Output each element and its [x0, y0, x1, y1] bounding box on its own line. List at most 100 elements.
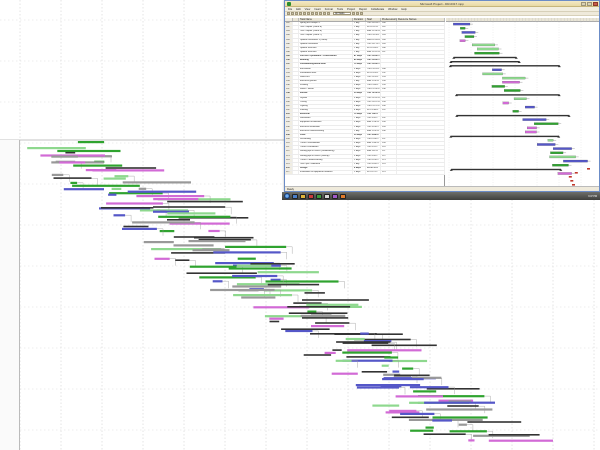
task-start-cell[interactable]: Mon 1/30/12 — [366, 142, 381, 146]
task-resource-cell[interactable] — [397, 162, 445, 166]
task-start-cell[interactable]: Thu 1/5/12 — [366, 113, 381, 117]
task-id-cell[interactable]: 183 — [285, 30, 293, 34]
task-id-cell[interactable]: 208 — [285, 133, 293, 137]
task-pred-cell[interactable]: 206 — [381, 129, 397, 133]
task-resource-cell[interactable] — [397, 34, 445, 38]
task-start-cell[interactable]: Thu 12/15/11 — [366, 96, 381, 100]
taskbar-app-icon[interactable] — [324, 193, 330, 199]
taskbar-project-icon[interactable] — [316, 193, 322, 199]
task-start-cell[interactable]: Thu 1/19/12 — [366, 125, 381, 129]
task-pred-cell[interactable]: 187 — [381, 50, 397, 55]
task-id-cell[interactable]: 215 — [285, 162, 293, 166]
task-resource-cell[interactable] — [397, 104, 445, 108]
taskbar-ie-icon[interactable] — [292, 193, 298, 199]
task-id-cell[interactable]: 207 — [285, 129, 293, 133]
task-pred-cell[interactable]: 210 — [381, 146, 397, 150]
task-name-cell[interactable]: Trench Commissioning — [299, 158, 353, 162]
task-pred-cell[interactable] — [381, 113, 397, 117]
task-name-cell[interactable]: Slab/Pour — [299, 75, 353, 79]
task-duration-cell[interactable]: 1 day — [353, 30, 366, 34]
task-duration-cell[interactable]: 3 days — [353, 150, 366, 154]
task-resource-cell[interactable] — [397, 88, 445, 92]
task-id-cell[interactable]: 191 — [285, 63, 293, 67]
gantt-chart[interactable] — [446, 18, 599, 186]
task-id-cell[interactable]: 184 — [285, 34, 293, 38]
task-start-cell[interactable]: Tue 12/27/11 — [366, 104, 381, 108]
task-resource-cell[interactable] — [397, 67, 445, 71]
link-icon[interactable] — [319, 12, 322, 15]
task-name-cell[interactable]: Electrical ground — [299, 79, 353, 84]
task-id-cell[interactable]: 217 — [285, 171, 293, 175]
task-start-cell[interactable]: Thu 1/5/12 — [366, 117, 381, 121]
task-id-cell[interactable]: 216 — [285, 166, 293, 171]
task-id-cell[interactable]: 197 — [285, 88, 293, 92]
task-pred-cell[interactable]: 183 — [381, 34, 397, 38]
task-name-cell[interactable]: Drywall — [299, 96, 353, 100]
task-pred-cell[interactable]: 182 — [381, 30, 397, 34]
task-duration-cell[interactable]: 4 days — [353, 71, 366, 75]
task-name-cell[interactable]: Equipment installation — [299, 121, 353, 125]
task-name-cell[interactable]: Update Structure — [299, 46, 353, 50]
task-id-cell[interactable]: 209 — [285, 137, 293, 142]
task-resource-cell[interactable] — [397, 50, 445, 55]
task-pred-cell[interactable]: 193 — [381, 75, 397, 79]
task-pred-cell[interactable] — [381, 63, 397, 67]
task-id-cell[interactable]: 193 — [285, 71, 293, 75]
task-resource-cell[interactable] — [397, 75, 445, 79]
task-resource-cell[interactable] — [397, 92, 445, 96]
task-pred-cell[interactable] — [381, 59, 397, 63]
col-start[interactable]: Start — [366, 18, 381, 21]
task-name-cell[interactable]: Design — [299, 166, 353, 171]
task-start-cell[interactable]: Tue 11/15/11 — [366, 34, 381, 38]
task-pred-cell[interactable]: 184 — [381, 38, 397, 42]
task-resource-cell[interactable] — [397, 125, 445, 129]
task-start-cell[interactable]: Thu 12/1/11 — [366, 75, 381, 79]
col-id[interactable] — [285, 18, 293, 21]
task-duration-cell[interactable]: 5 days — [353, 96, 366, 100]
taskbar-media-icon[interactable] — [308, 193, 314, 199]
task-duration-cell[interactable]: 2 days — [353, 88, 366, 92]
task-name-cell[interactable]: Scheduling — [299, 137, 353, 142]
task-duration-cell[interactable]: 12 days — [353, 113, 366, 117]
task-duration-cell[interactable]: 3 days — [353, 154, 366, 158]
task-duration-cell[interactable]: 4 days — [353, 137, 366, 142]
task-id-cell[interactable]: 201 — [285, 104, 293, 108]
task-duration-cell[interactable]: 4 days — [353, 108, 366, 113]
close-button[interactable] — [593, 2, 598, 6]
task-resource-cell[interactable] — [397, 30, 445, 34]
project-window[interactable]: Microsoft Project - DR-0317.mpp File Edi… — [284, 0, 600, 192]
task-start-cell[interactable]: Mon 11/14/11 — [366, 30, 381, 34]
task-resource-cell[interactable] — [397, 71, 445, 75]
task-start-cell[interactable]: Thu 2/9/12 — [366, 154, 381, 158]
gantt-bars-canvas[interactable] — [446, 18, 599, 186]
cut-icon[interactable] — [303, 12, 306, 15]
task-pred-cell[interactable] — [381, 92, 397, 96]
task-duration-cell[interactable]: 20 days — [353, 92, 366, 96]
task-start-cell[interactable]: Fri 11/11/11 — [366, 26, 381, 30]
task-pred-cell[interactable]: 181 — [381, 26, 397, 30]
task-pred-cell[interactable]: 201 — [381, 108, 397, 113]
task-name-cell[interactable]: Spring test Subject 1 — [299, 22, 353, 26]
scroll-to-task-icon[interactable] — [360, 12, 363, 15]
task-pred-cell[interactable]: 205 — [381, 125, 397, 129]
task-id-cell[interactable]: 204 — [285, 117, 293, 121]
task-duration-cell[interactable]: 3 days — [353, 142, 366, 146]
task-pred-cell[interactable]: 185 — [381, 42, 397, 46]
task-row[interactable]: 217 Installation of equipment modules 2 da… — [285, 171, 445, 176]
task-start-cell[interactable]: Thu 12/15/11 — [366, 92, 381, 96]
task-id-cell[interactable]: 182 — [285, 26, 293, 30]
task-id-cell[interactable]: 203 — [285, 113, 293, 117]
task-id-cell[interactable]: 210 — [285, 142, 293, 146]
task-name-cell[interactable]: Test Pipe Calibration — [299, 162, 353, 166]
task-start-cell[interactable]: Thu 12/22/11 — [366, 100, 381, 104]
task-name-cell[interactable]: Interior — [299, 92, 353, 96]
task-id-cell[interactable]: 196 — [285, 84, 293, 88]
task-pred-cell[interactable]: 211 — [381, 150, 397, 154]
task-start-cell[interactable]: Tue 11/22/11 — [366, 55, 381, 59]
maximize-button[interactable] — [587, 2, 592, 6]
col-resource-names[interactable]: Resource Names — [397, 18, 445, 21]
task-id-cell[interactable]: 205 — [285, 121, 293, 125]
taskbar-folder-icon[interactable] — [300, 193, 306, 199]
col-predecessors[interactable]: Predecessors — [381, 18, 397, 21]
task-resource-cell[interactable] — [397, 121, 445, 125]
